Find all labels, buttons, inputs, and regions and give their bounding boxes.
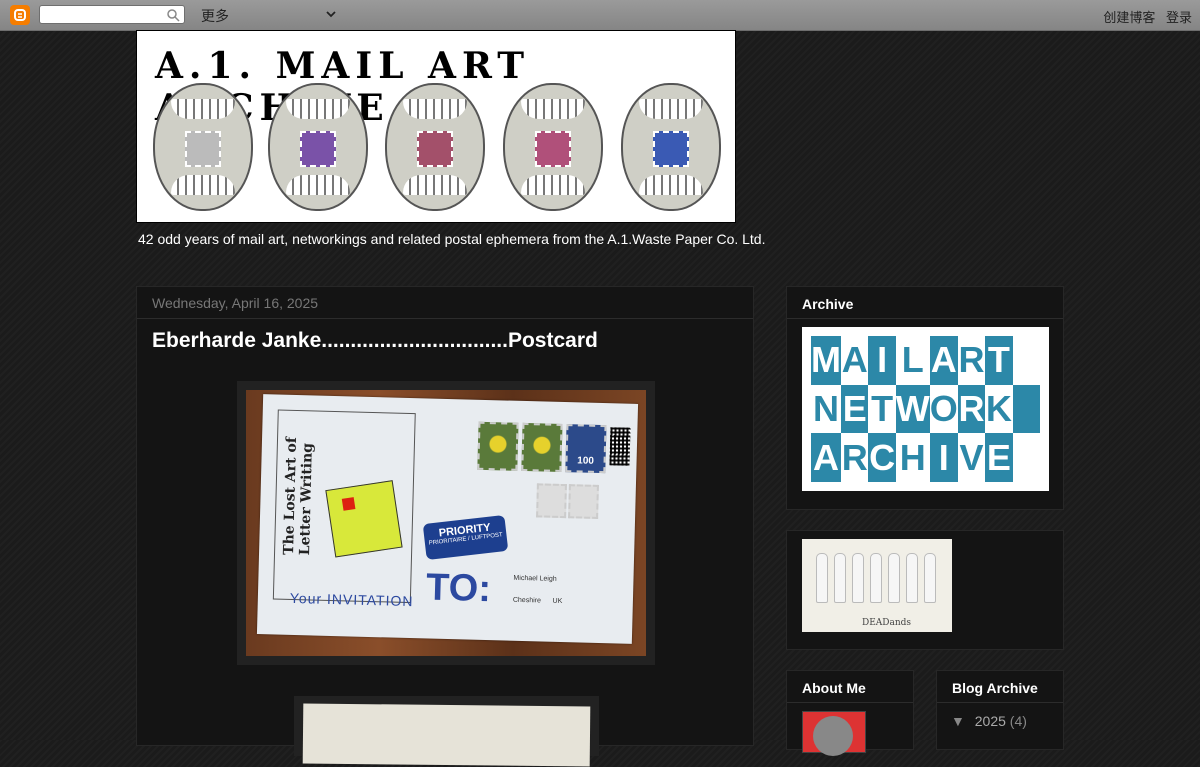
main-post-column: Wednesday, April 16, 2025 Eberharde Jank… — [136, 286, 754, 767]
archive-grid-cell: H — [895, 433, 930, 482]
address-country: UK — [552, 597, 563, 606]
figure-drawing — [834, 553, 846, 603]
handwritten-letter — [302, 703, 591, 767]
blog-tagline: 42 odd years of mail art, networkings an… — [138, 231, 766, 247]
blog-archive-widget: Blog Archive ▼ 2025 (4) — [936, 670, 1064, 750]
blogger-navbar: 更多 创建博客 登录 — [0, 0, 1200, 31]
create-blog-link[interactable]: 创建博客 — [1103, 10, 1155, 25]
figure-drawing — [906, 553, 918, 603]
address-place: Cheshire — [512, 596, 541, 605]
login-link[interactable]: 登录 — [1166, 10, 1192, 25]
archive-grid-cell: W — [895, 384, 930, 434]
blog-header-image[interactable]: A.1. MAIL ART ARCHIVE — [136, 30, 736, 223]
mail-art-network-archive-image[interactable]: MAILARTNETWORKARCHIVE — [802, 327, 1049, 491]
postage-stamp — [521, 422, 563, 472]
postage-stamp: 100 — [565, 424, 607, 474]
divider — [787, 702, 913, 703]
archive-grid-cell: E — [985, 433, 1013, 482]
archive-grid-cell: O — [929, 384, 958, 434]
profile-avatar[interactable] — [802, 711, 866, 756]
archive-grid-cell: T — [868, 384, 896, 434]
archive-grid-cell: R — [957, 336, 986, 385]
priority-label: PRIORITY PRIORITAIRE / LUFTPOST — [422, 514, 509, 561]
archive-grid-cell: A — [811, 433, 841, 482]
archive-grid-cell: K — [985, 384, 1013, 434]
blog-search-input[interactable] — [39, 5, 185, 24]
address-name: Michael Leigh — [513, 574, 557, 583]
blogger-logo-icon[interactable] — [10, 5, 30, 25]
stamp-value: 100 — [577, 455, 595, 467]
blog-archive-year-item[interactable]: ▼ 2025 (4) — [951, 713, 1027, 729]
archive-grid-cell — [1012, 384, 1040, 434]
archive-grid-cell: T — [985, 336, 1013, 385]
figure-drawing — [816, 553, 828, 603]
dead-figures-image[interactable]: DEADands — [802, 539, 952, 632]
about-me-title: About Me — [802, 680, 866, 696]
figure-drawing — [852, 553, 864, 603]
figure-drawing — [924, 553, 936, 603]
archive-grid-cell: N — [811, 384, 841, 434]
postage-stamp — [477, 421, 519, 471]
image-widget: DEADands — [786, 530, 1064, 650]
envelope-vertical-text: The Lost Art of Letter Writing — [281, 436, 316, 556]
post-title[interactable]: Eberharde Janke.........................… — [152, 329, 598, 353]
yellow-pen-card — [325, 480, 403, 558]
divider — [937, 702, 1063, 703]
search-icon[interactable] — [166, 8, 180, 22]
postage-stamp — [536, 483, 567, 519]
mouth-illustration — [268, 83, 368, 211]
archive-grid-cell: A — [929, 336, 958, 385]
archive-grid-cell: A — [841, 336, 869, 385]
mouth-illustration — [503, 83, 603, 211]
wood-background: The Lost Art of Letter Writing PRIORITY … — [246, 390, 646, 656]
post-date: Wednesday, April 16, 2025 — [152, 295, 319, 311]
archive-grid-cell: M — [811, 336, 841, 385]
to-label: TO: — [425, 566, 492, 611]
envelope: The Lost Art of Letter Writing PRIORITY … — [256, 394, 639, 644]
archive-widget: Archive MAILARTNETWORKARCHIVE — [786, 286, 1064, 510]
archive-grid-cell — [1012, 336, 1040, 385]
archive-grid-cell: E — [841, 384, 869, 434]
divider — [787, 318, 1063, 319]
archive-widget-title: Archive — [802, 296, 854, 312]
archive-grid-cell: L — [895, 336, 930, 385]
mouth-illustration — [621, 83, 721, 211]
archive-grid-cell: R — [841, 433, 869, 482]
post-image-letter[interactable] — [294, 696, 599, 767]
postage-stamp — [568, 484, 599, 519]
archive-grid-cell: C — [868, 433, 896, 482]
chevron-down-icon — [326, 11, 336, 18]
more-menu[interactable]: 更多 — [201, 6, 337, 24]
archive-grid-cell: I — [929, 433, 958, 482]
post-image-envelope[interactable]: The Lost Art of Letter Writing PRIORITY … — [237, 381, 655, 665]
figure-drawing — [870, 553, 882, 603]
more-menu-label: 更多 — [201, 8, 229, 24]
blog-archive-title: Blog Archive — [952, 680, 1038, 696]
qr-code — [609, 427, 631, 466]
archive-grid-cell: V — [957, 433, 986, 482]
blog-archive-count: (4) — [1009, 713, 1027, 729]
mouth-illustration — [385, 83, 485, 211]
navbar-right: 创建博客 登录 — [1096, 7, 1192, 26]
triangle-down-icon[interactable]: ▼ — [951, 713, 965, 729]
archive-grid-cell: I — [868, 336, 896, 385]
about-me-widget: About Me — [786, 670, 914, 756]
dead-image-label: DEADands — [862, 618, 912, 628]
archive-letter-grid: MAILARTNETWORKARCHIVE — [811, 336, 1040, 482]
figure-drawing — [888, 553, 900, 603]
invitation-text: Your INVITATION — [289, 589, 414, 610]
divider — [137, 318, 753, 319]
blog-archive-year[interactable]: 2025 — [975, 713, 1006, 729]
archive-grid-cell: R — [957, 384, 986, 434]
address-block: Michael Leigh Cheshire UK — [513, 573, 563, 607]
mouth-illustration — [153, 83, 253, 211]
archive-grid-cell — [1012, 433, 1040, 482]
